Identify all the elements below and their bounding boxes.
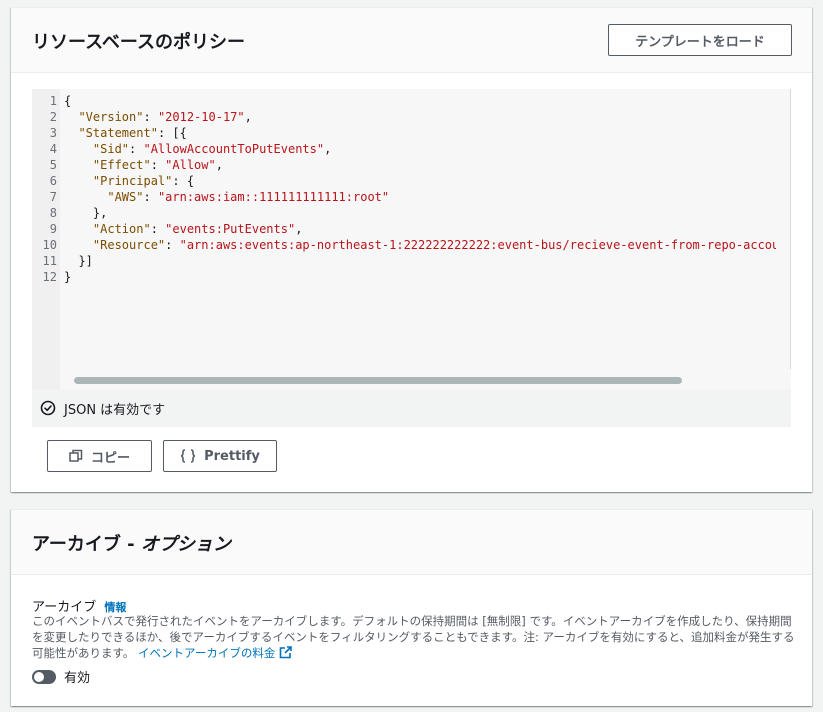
braces-icon — [181, 449, 196, 463]
json-punctuation — [64, 158, 93, 172]
code-line[interactable]: "Version": "2012-10-17", — [64, 109, 776, 125]
archive-description: このイベントバスで発行されたイベントをアーカイブします。デフォルトの保持期間は … — [32, 613, 797, 661]
code-line[interactable]: "Action": "events:PutEvents", — [64, 221, 776, 237]
json-punctuation: { — [64, 94, 72, 108]
json-punctuation: } — [64, 270, 72, 284]
code-line[interactable]: }, — [64, 205, 776, 221]
line-number: 2 — [49, 110, 57, 124]
line-number: 6 — [49, 174, 57, 188]
json-punctuation — [64, 238, 93, 252]
resource-policy-header: リソースベースのポリシー テンプレートをロード — [11, 8, 812, 73]
line-number: 8 — [49, 206, 57, 220]
archive-title: アーカイブ - オプション — [32, 530, 231, 556]
archive-title-optional: オプション — [140, 534, 231, 555]
json-punctuation — [64, 174, 93, 188]
json-punctuation: : — [165, 238, 180, 252]
editor-horizontal-scrollbar[interactable] — [74, 377, 682, 384]
editor-gutter: 1 2 3 4 5 6 7 8 9 10 11 12 — [32, 89, 60, 389]
json-key: "Resource" — [92, 238, 166, 252]
code-line[interactable]: "AWS": "arn:aws:iam::111111111111:root" — [64, 189, 776, 205]
json-punctuation — [64, 190, 107, 204]
json-punctuation: , — [295, 222, 303, 236]
resource-policy-panel: リソースベースのポリシー テンプレートをロード 1 2 3 4 5 6 7 8 9 10 11 12 … — [11, 7, 812, 492]
archive-toggle-label: 有効 — [64, 671, 91, 686]
json-punctuation: : — [143, 190, 158, 204]
json-punctuation — [64, 126, 78, 140]
json-punctuation — [64, 222, 93, 236]
json-punctuation: : { — [172, 174, 195, 188]
json-string: "2012-10-17" — [157, 110, 245, 124]
policy-code-editor[interactable]: 1 2 3 4 5 6 7 8 9 10 11 12 { "Version": "2012-10-17… — [32, 89, 791, 389]
code-line[interactable]: "Resource": "arn:aws:events:ap-northeast… — [64, 237, 776, 253]
line-number: 9 — [49, 222, 57, 236]
archive-header: アーカイブ - オプション — [11, 510, 812, 575]
json-key: "Statement" — [78, 126, 158, 140]
code-line[interactable]: "Principal": { — [64, 173, 776, 189]
code-line[interactable]: "Statement": [{ — [64, 125, 776, 141]
archive-toggle[interactable] — [32, 669, 56, 684]
json-punctuation — [64, 142, 93, 156]
resource-policy-title: リソースベースのポリシー — [32, 32, 245, 53]
external-link-icon — [280, 646, 293, 659]
archive-title-main: アーカイブ - — [32, 534, 141, 555]
line-number: 4 — [49, 142, 57, 156]
json-string: "Allow" — [165, 158, 216, 172]
json-punctuation: }, — [64, 206, 108, 220]
code-line[interactable]: } — [64, 269, 776, 285]
json-key: "Action" — [92, 222, 151, 236]
json-punctuation — [64, 110, 78, 124]
archive-pricing-link[interactable]: イベントアーカイブの料金 — [138, 646, 293, 660]
json-punctuation: : [{ — [157, 126, 187, 140]
editor-vertical-edge — [790, 89, 791, 369]
copy-button[interactable]: コピー — [47, 440, 152, 472]
prettify-button[interactable]: Prettify — [163, 440, 277, 472]
code-area[interactable]: { "Version": "2012-10-17", "Statement": … — [64, 93, 776, 285]
json-punctuation: : — [143, 110, 158, 124]
code-line[interactable]: }] — [64, 253, 776, 269]
json-key: "AWS" — [107, 190, 144, 204]
json-punctuation: }] — [64, 254, 93, 268]
line-number: 10 — [42, 238, 57, 252]
copy-button-label: コピー — [90, 450, 130, 466]
code-line[interactable]: "Effect": "Allow", — [64, 157, 776, 173]
load-template-button[interactable]: テンプレートをロード — [608, 24, 792, 56]
code-line[interactable]: "Sid": "AllowAccountToPutEvents", — [64, 141, 776, 157]
line-number: 3 — [49, 126, 57, 140]
json-punctuation: : — [150, 222, 166, 236]
line-numbers: 1 2 3 4 5 6 7 8 9 10 11 12 — [43, 93, 57, 285]
archive-pricing-link-label: イベントアーカイブの料金 — [138, 646, 276, 660]
json-key: "Effect" — [92, 158, 151, 172]
json-validation-bar: JSON は有効です — [32, 389, 791, 427]
json-string: "arn:aws:iam::111111111111:root" — [157, 190, 390, 204]
archive-panel: アーカイブ - オプション アーカイブ 情報 このイベントバスで発行されたイベン… — [11, 509, 812, 706]
json-punctuation: , — [324, 142, 332, 156]
json-string: "arn:aws:events:ap-northeast-1:222222222… — [179, 238, 776, 252]
json-punctuation: : — [129, 142, 144, 156]
line-number: 12 — [42, 270, 57, 284]
json-valid-text: JSON は有効です — [64, 402, 166, 418]
json-string: "AllowAccountToPutEvents" — [143, 142, 325, 156]
json-string: "events:PutEvents" — [165, 222, 296, 236]
toggle-knob — [34, 671, 44, 682]
json-key: "Version" — [78, 110, 144, 124]
copy-icon — [69, 449, 83, 462]
line-number: 1 — [49, 94, 57, 108]
check-circle-icon — [40, 400, 56, 416]
json-punctuation: : — [150, 158, 166, 172]
prettify-button-label: Prettify — [204, 448, 260, 464]
json-key: "Principal" — [92, 174, 173, 188]
code-line[interactable]: { — [64, 93, 776, 109]
json-key: "Sid" — [92, 142, 130, 156]
line-number: 7 — [49, 190, 57, 204]
json-punctuation: , — [215, 158, 223, 172]
line-number: 11 — [42, 254, 57, 268]
line-number: 5 — [49, 158, 57, 172]
archive-toggle-row[interactable]: 有効 — [32, 667, 90, 686]
json-punctuation: , — [244, 110, 252, 124]
